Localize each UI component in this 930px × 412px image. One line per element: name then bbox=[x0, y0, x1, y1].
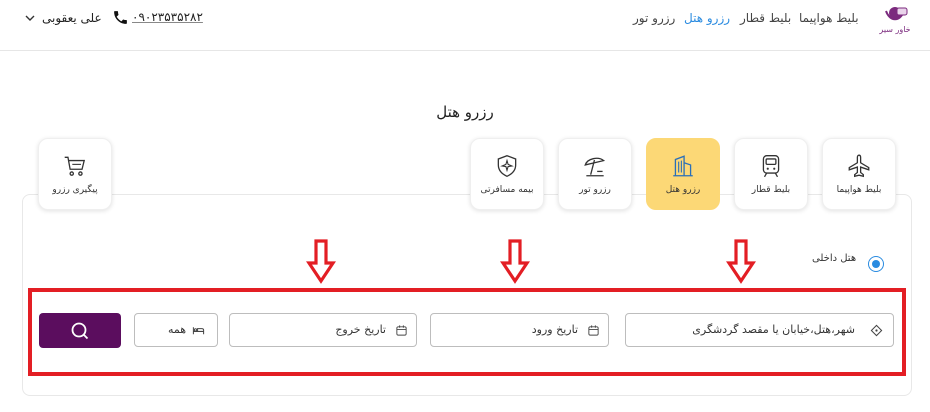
chevron-down-icon[interactable] bbox=[24, 12, 36, 24]
tab-flight[interactable]: بلیط هواپیما bbox=[822, 138, 896, 210]
calendar-icon bbox=[396, 325, 407, 336]
nav-hotel[interactable]: رزرو هتل bbox=[684, 11, 730, 25]
search-button[interactable] bbox=[39, 313, 121, 348]
user-menu[interactable]: علی یعقوبی bbox=[42, 11, 102, 25]
tab-label: رزرو هتل bbox=[665, 185, 701, 195]
destination-placeholder: شهر،هتل،خیابان یا مقصد گردشگری bbox=[692, 323, 855, 336]
checkout-date-field[interactable]: تاریخ خروج bbox=[229, 313, 417, 347]
phone-icon bbox=[112, 9, 129, 26]
page-title: رزرو هتل bbox=[436, 103, 494, 121]
nav-flight[interactable]: بلیط هواپیما bbox=[799, 11, 859, 25]
train-icon bbox=[762, 155, 780, 178]
checkin-placeholder: تاریخ ورود bbox=[531, 323, 578, 336]
brand-logo[interactable]: خاور سیر bbox=[878, 2, 912, 38]
nav-tour[interactable]: رزرو تور bbox=[633, 11, 675, 25]
tab-tour[interactable]: رزرو تور bbox=[558, 138, 632, 210]
tab-track-booking[interactable]: پیگیری رزرو bbox=[38, 138, 112, 210]
red-arrow-down-icon bbox=[306, 238, 336, 284]
rooms-label: همه bbox=[167, 323, 186, 336]
tab-label: پیگیری رزرو bbox=[52, 185, 98, 195]
umbrella-icon bbox=[584, 157, 606, 177]
domestic-hotel-label: هتل داخلی bbox=[812, 253, 857, 264]
bed-icon bbox=[192, 327, 205, 335]
red-arrow-down-icon bbox=[500, 238, 530, 284]
tab-hotel[interactable]: رزرو هتل bbox=[646, 138, 720, 210]
tab-label: بیمه مسافرتی bbox=[480, 185, 534, 195]
calendar-icon bbox=[588, 325, 599, 336]
top-header bbox=[0, 0, 930, 51]
hotel-icon bbox=[673, 155, 693, 177]
red-arrow-down-icon bbox=[726, 238, 756, 284]
location-diamond-icon bbox=[870, 324, 883, 337]
tab-train[interactable]: بلیط قطار bbox=[734, 138, 808, 210]
tab-label: رزرو تور bbox=[579, 185, 611, 195]
airplane-icon bbox=[848, 154, 870, 178]
tab-insurance[interactable]: بیمه مسافرتی bbox=[470, 138, 544, 210]
checkout-placeholder: تاریخ خروج bbox=[335, 323, 386, 336]
destination-field[interactable]: شهر،هتل،خیابان یا مقصد گردشگری bbox=[625, 313, 894, 347]
search-icon bbox=[71, 322, 89, 339]
tab-label: بلیط هواپیما bbox=[836, 185, 882, 195]
rooms-selector[interactable]: همه bbox=[134, 313, 218, 347]
checkin-date-field[interactable]: تاریخ ورود bbox=[430, 313, 609, 347]
phone-number[interactable]: ۰۹۰۲۳۵۳۵۲۸۲ bbox=[132, 10, 203, 24]
nav-train[interactable]: بلیط قطار bbox=[740, 11, 791, 25]
insurance-shield-icon bbox=[497, 155, 517, 178]
cart-icon bbox=[64, 156, 86, 176]
tab-label: بلیط قطار bbox=[751, 185, 791, 195]
domestic-hotel-radio[interactable] bbox=[868, 256, 884, 272]
svg-text:خاور سیر: خاور سیر bbox=[878, 25, 910, 34]
